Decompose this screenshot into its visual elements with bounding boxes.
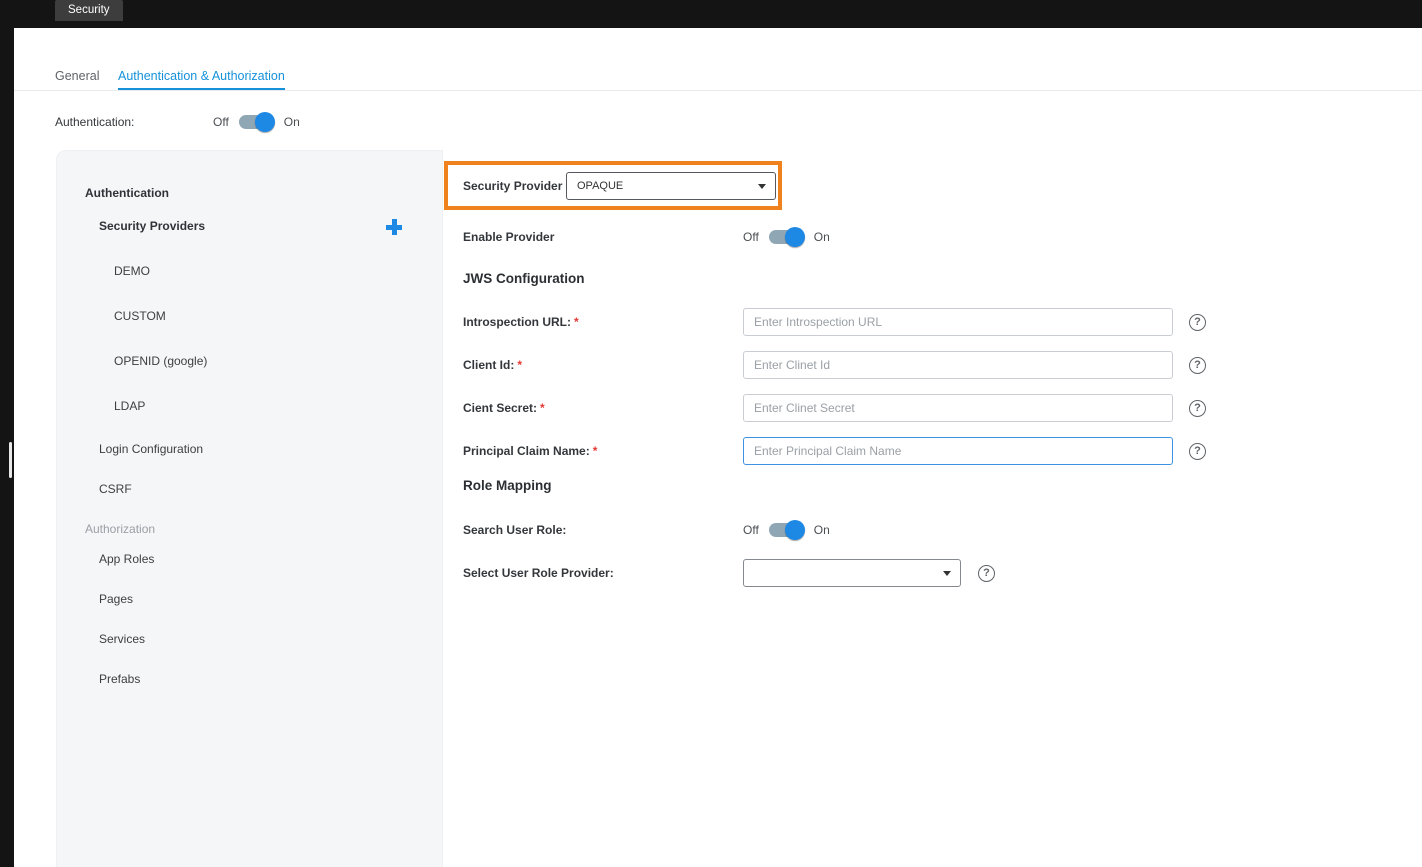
security-provider-value: OPAQUE — [577, 180, 623, 192]
required-marker: * — [574, 315, 579, 329]
search-user-role-toggle: Off On — [743, 523, 830, 537]
sidebar-item-ldap[interactable]: LDAP — [114, 398, 145, 414]
toggle-off-label: Off — [743, 230, 759, 244]
topbar-tab-security[interactable]: Security — [55, 0, 123, 21]
sidebar-item-demo[interactable]: DEMO — [114, 263, 150, 279]
chevron-down-icon — [758, 184, 766, 189]
authentication-switch[interactable] — [239, 115, 274, 129]
chevron-down-icon — [943, 571, 951, 576]
sidebar-section-authorization: Authorization — [85, 521, 155, 537]
help-icon[interactable]: ? — [1189, 314, 1206, 331]
search-user-role-switch[interactable] — [769, 523, 804, 537]
required-marker: * — [593, 444, 598, 458]
security-provider-label: Security Provider — [463, 179, 566, 193]
client-secret-label: Cient Secret: — [463, 401, 537, 415]
sidebar-item-security-providers[interactable]: Security Providers — [99, 218, 205, 234]
required-marker: * — [517, 358, 522, 372]
enable-provider-label: Enable Provider — [463, 230, 554, 244]
highlight-box: Security Provider OPAQUE — [444, 161, 782, 210]
client-secret-row: Cient Secret: * ? — [463, 394, 1206, 422]
client-secret-input[interactable] — [743, 394, 1173, 422]
help-icon[interactable]: ? — [1189, 443, 1206, 460]
required-marker: * — [540, 401, 545, 415]
enable-provider-switch[interactable] — [769, 230, 804, 244]
provider-form: Security Provider OPAQUE Enable Provider… — [444, 150, 1422, 867]
sidebar-item-services[interactable]: Services — [99, 631, 145, 647]
tabs-divider — [14, 90, 1422, 91]
left-edge-strip — [0, 0, 14, 867]
sidebar-item-login-configuration[interactable]: Login Configuration — [99, 441, 203, 457]
security-sidebar: Authentication Security Providers DEMO C… — [56, 150, 443, 867]
introspection-url-label: Introspection URL: — [463, 315, 571, 329]
client-id-label: Client Id: — [463, 358, 514, 372]
principal-claim-name-input[interactable] — [743, 437, 1173, 465]
sidebar-section-authentication: Authentication — [85, 185, 169, 201]
introspection-url-row: Introspection URL: * ? — [463, 308, 1206, 336]
authentication-toggle-row: Authentication: Off On — [55, 108, 300, 136]
sidebar-item-prefabs[interactable]: Prefabs — [99, 671, 140, 687]
toggle-on-label: On — [814, 230, 830, 244]
sidebar-item-custom[interactable]: CUSTOM — [114, 308, 166, 324]
sidebar-item-csrf[interactable]: CSRF — [99, 481, 132, 497]
sidebar-item-openid-google[interactable]: OPENID (google) — [114, 353, 207, 369]
enable-provider-row: Enable Provider Off On — [463, 222, 830, 252]
panel-resize-handle[interactable] — [9, 442, 12, 478]
sidebar-item-pages[interactable]: Pages — [99, 591, 133, 607]
search-user-role-row: Search User Role: Off On — [463, 515, 830, 545]
introspection-url-input[interactable] — [743, 308, 1173, 336]
toggle-on-label: On — [284, 115, 300, 129]
help-icon[interactable]: ? — [1189, 400, 1206, 417]
principal-claim-name-row: Principal Claim Name: * ? — [463, 437, 1206, 465]
enable-provider-toggle: Off On — [743, 230, 830, 244]
role-mapping-heading: Role Mapping — [463, 478, 552, 493]
toggle-off-label: Off — [213, 115, 229, 129]
help-icon[interactable]: ? — [1189, 357, 1206, 374]
toggle-off-label: Off — [743, 523, 759, 537]
sidebar-item-app-roles[interactable]: App Roles — [99, 551, 154, 567]
client-id-input[interactable] — [743, 351, 1173, 379]
help-icon[interactable]: ? — [978, 565, 995, 582]
authentication-label: Authentication: — [55, 115, 213, 129]
select-user-role-provider-label: Select User Role Provider: — [463, 566, 614, 580]
user-role-provider-select[interactable] — [743, 559, 961, 587]
toggle-on-label: On — [814, 523, 830, 537]
add-provider-button[interactable] — [386, 219, 402, 235]
select-user-role-provider-row: Select User Role Provider: ? — [463, 559, 995, 587]
security-provider-select[interactable]: OPAQUE — [566, 172, 776, 200]
search-user-role-label: Search User Role: — [463, 523, 566, 537]
client-id-row: Client Id: * ? — [463, 351, 1206, 379]
authentication-toggle: Off On — [213, 115, 300, 129]
top-bar: Security — [0, 0, 1422, 28]
principal-claim-name-label: Principal Claim Name: — [463, 444, 590, 458]
tab-general[interactable]: General — [55, 63, 99, 90]
security-settings-panel: General Authentication & Authorization A… — [14, 28, 1422, 867]
tab-authentication-authorization[interactable]: Authentication & Authorization — [118, 63, 285, 90]
jws-configuration-heading: JWS Configuration — [463, 271, 585, 286]
